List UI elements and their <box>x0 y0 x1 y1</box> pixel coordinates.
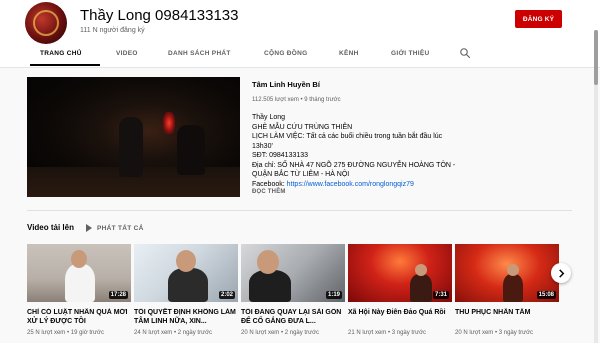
tab-home[interactable]: TRANG CHỦ <box>40 50 82 57</box>
video-card[interactable]: 17:28 CHỈ CÓ LUẬT NHÂN QUẢ MỚI XỬ LÝ ĐƯỢ… <box>27 244 131 336</box>
video-duration: 7:31 <box>432 291 449 299</box>
description-line: GHẺ MẪU CỨU TRÙNG THIÊN <box>252 123 353 131</box>
section-divider <box>27 210 572 211</box>
video-meta: 20 N lượt xem • 2 ngày trước <box>241 330 320 336</box>
search-icon[interactable] <box>459 47 471 59</box>
video-title[interactable]: CHỈ CÓ LUẬT NHÂN QUẢ MỚI XỬ LÝ ĐƯỢC TÔI <box>27 308 131 326</box>
video-thumbnail[interactable]: 1:19 <box>241 244 345 302</box>
video-duration: 15:08 <box>536 291 556 299</box>
tab-playlists[interactable]: DANH SÁCH PHÁT <box>168 50 231 57</box>
featured-video-player[interactable] <box>27 77 240 197</box>
video-card[interactable]: 1:19 TÔI ĐANG QUAY LẠI SÀI GÒN ĐỂ CỐ GẮN… <box>241 244 345 336</box>
page-scrollbar[interactable] <box>594 30 598 343</box>
play-icon <box>86 224 92 232</box>
facebook-label: Facebook: <box>252 180 287 188</box>
subscribe-button[interactable]: ĐĂNG KÝ <box>515 10 562 28</box>
featured-video-meta: 112.505 lượt xem • 9 tháng trước <box>252 97 341 103</box>
video-duration: 2:02 <box>218 291 235 299</box>
header-divider <box>0 67 600 68</box>
description-line: Thầy Long <box>252 114 286 121</box>
video-meta: 25 N lượt xem • 19 giờ trước <box>27 330 104 336</box>
video-thumbnail[interactable]: 2:02 <box>134 244 238 302</box>
channel-avatar[interactable] <box>25 2 67 44</box>
channel-header: Thầy Long 0984133133 111 N người đăng ký… <box>0 0 600 67</box>
chevron-right-icon <box>558 268 564 278</box>
tab-channels[interactable]: KÊNH <box>339 50 359 57</box>
facebook-link[interactable]: https://www.facebook.com/ronglongqiz79 <box>287 181 414 188</box>
video-meta: 24 N lượt xem • 2 ngày trước <box>134 330 213 336</box>
channel-name: Thầy Long 0984133133 <box>80 7 239 24</box>
video-card[interactable]: 15:08 THU PHỤC NHÂN TÂM 20 N lượt xem • … <box>455 244 559 336</box>
video-title[interactable]: THU PHỤC NHÂN TÂM <box>455 308 559 326</box>
video-card[interactable]: 7:31 Xã Hội Này Điên Đảo Quá Rồi 21 N lư… <box>348 244 452 336</box>
description-line: Địa chỉ: SỐ NHÀ 47 NGÕ 275 ĐƯỜNG NGUYỄN … <box>252 161 456 179</box>
video-meta: 21 N lượt xem • 3 ngày trước <box>348 330 427 336</box>
scrollbar-thumb[interactable] <box>594 30 598 85</box>
video-duration: 1:19 <box>325 291 342 299</box>
video-thumbnail[interactable]: 7:31 <box>348 244 452 302</box>
subscriber-count: 111 N người đăng ký <box>80 27 145 34</box>
description-line: LỊCH LÀM VIỆC: Tất cả các buổi chiều tro… <box>252 133 443 150</box>
shelf-title[interactable]: Video tải lên <box>27 223 74 232</box>
shelf-next-button[interactable] <box>551 263 571 283</box>
featured-video-description: Thầy Long GHẺ MẪU CỨU TRÙNG THIÊN LỊCH L… <box>252 113 462 188</box>
channel-tabs: TRANG CHỦ VIDEO DANH SÁCH PHÁT CỘNG ĐỒNG… <box>0 40 600 67</box>
featured-video-title[interactable]: Tâm Linh Huyền Bí <box>252 80 320 89</box>
video-thumbnail[interactable]: 15:08 <box>455 244 559 302</box>
tab-about[interactable]: GIỚI THIỆU <box>391 50 430 57</box>
description-line: SĐT: 0984133133 <box>252 152 309 159</box>
tab-videos[interactable]: VIDEO <box>116 50 138 57</box>
play-all-button[interactable]: PHÁT TẤT CẢ <box>86 222 144 234</box>
video-duration: 17:28 <box>108 291 128 299</box>
video-thumbnail[interactable]: 17:28 <box>27 244 131 302</box>
video-card[interactable]: 2:02 TÔI QUYẾT ĐỊNH KHÔNG LÀM TÂM LINH N… <box>134 244 238 336</box>
video-title[interactable]: Xã Hội Này Điên Đảo Quá Rồi <box>348 308 452 326</box>
video-title[interactable]: TÔI ĐANG QUAY LẠI SÀI GÒN ĐỂ CỐ GẮNG ĐƯA… <box>241 308 345 326</box>
tab-community[interactable]: CỘNG ĐỒNG <box>264 50 308 57</box>
video-title[interactable]: TÔI QUYẾT ĐỊNH KHÔNG LÀM TÂM LINH NỮA, X… <box>134 308 238 326</box>
video-meta: 20 N lượt xem • 3 ngày trước <box>455 330 534 336</box>
play-all-label: PHÁT TẤT CẢ <box>97 224 144 232</box>
read-more-button[interactable]: ĐỌC THÊM <box>252 189 286 195</box>
active-tab-indicator <box>30 64 100 66</box>
